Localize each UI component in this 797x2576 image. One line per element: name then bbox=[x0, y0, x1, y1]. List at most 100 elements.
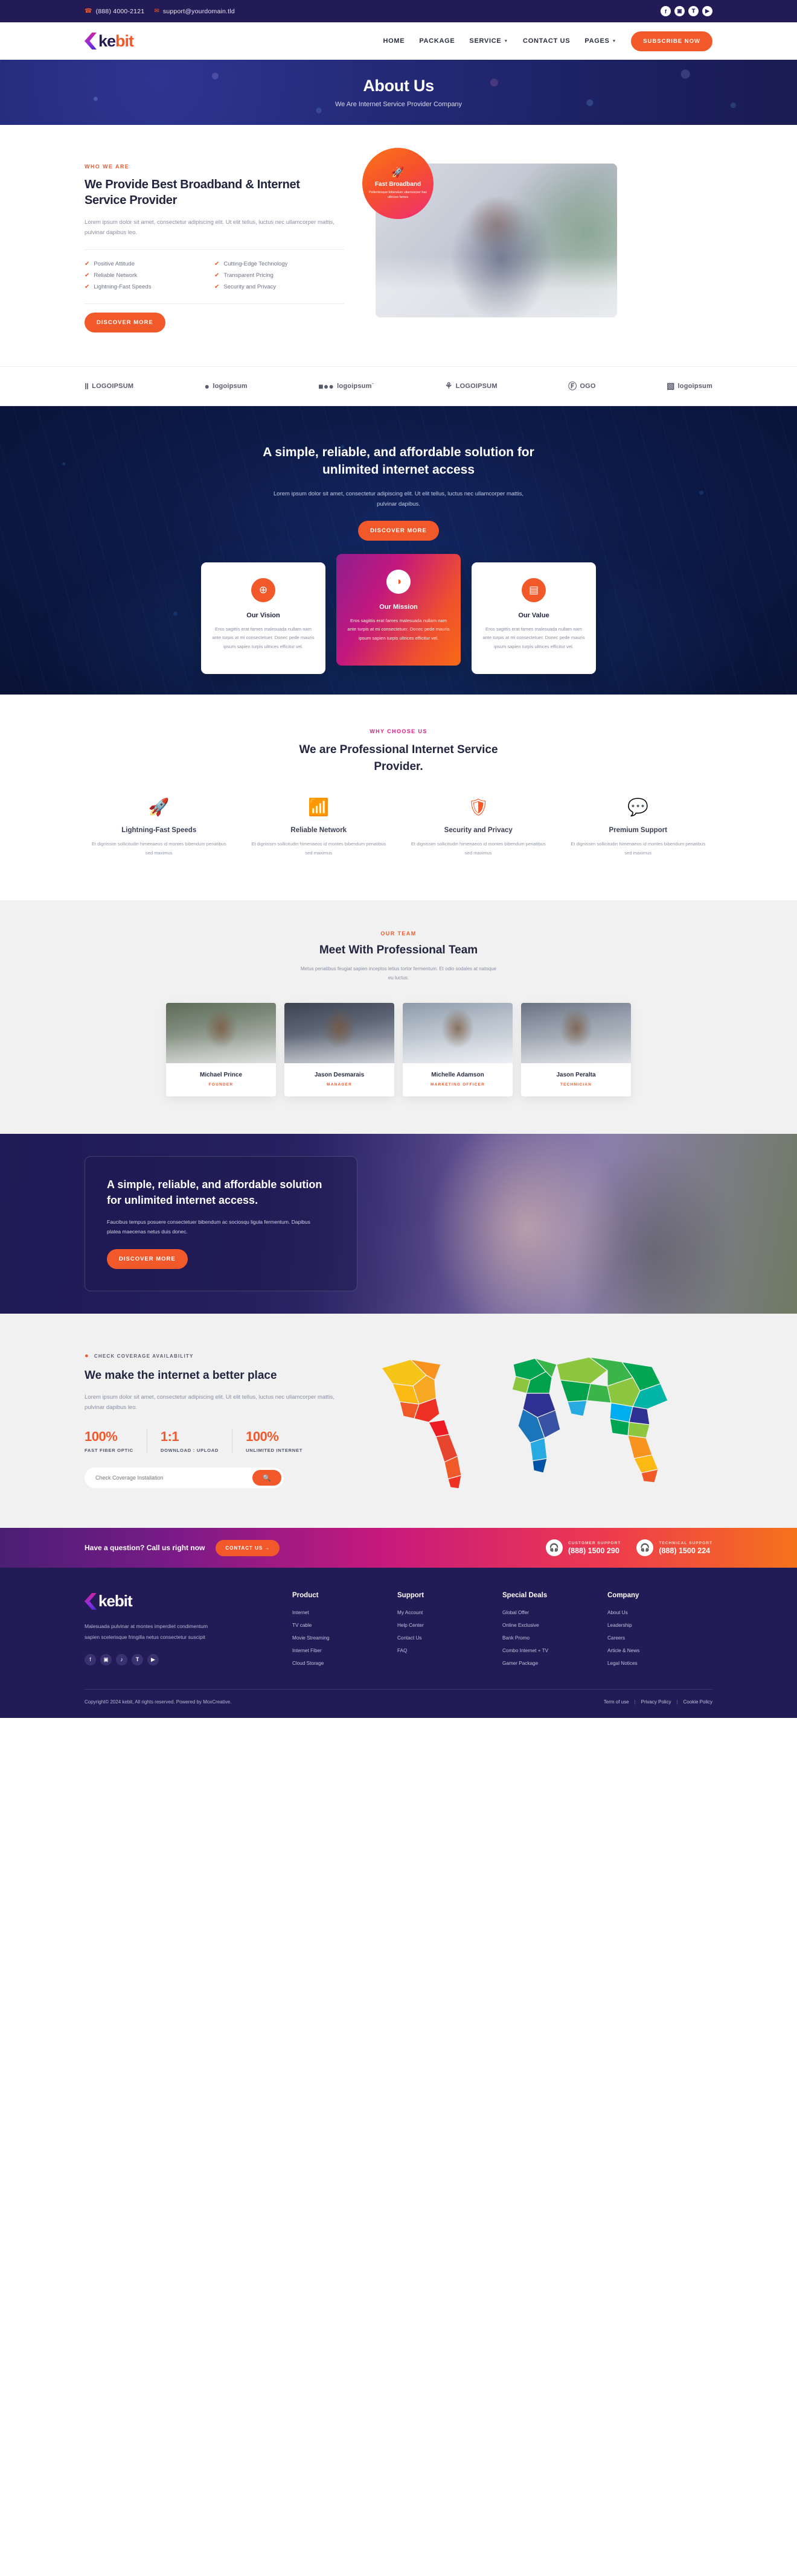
dark-cta-discover-more-button[interactable]: Discover More bbox=[358, 520, 439, 541]
footer-link[interactable]: Internet Fiber bbox=[292, 1648, 371, 1653]
footer-column-product: Product Internet TV cable Movie Streamin… bbox=[292, 1592, 371, 1673]
youtube-icon[interactable]: ▶ bbox=[147, 1653, 159, 1665]
twitter-icon[interactable]: 𝐓 bbox=[132, 1653, 143, 1665]
envelope-icon: ✉ bbox=[154, 7, 159, 14]
contact-strip-left: Have a question? Call us right now Conta… bbox=[85, 1539, 280, 1556]
tiktok-icon[interactable]: ♪ bbox=[116, 1653, 127, 1665]
footer-link[interactable]: Bank Promo bbox=[502, 1635, 581, 1641]
instagram-icon[interactable]: ▣ bbox=[674, 6, 685, 16]
stat-fast-fiber-optic: 100% Fast Fiber Optic bbox=[85, 1429, 147, 1453]
list-item-label: Reliable Network bbox=[94, 272, 138, 279]
footer-link[interactable]: Leadership bbox=[607, 1623, 686, 1628]
footer-link[interactable]: Global Offer bbox=[502, 1610, 581, 1615]
subscribe-now-button[interactable]: Subscribe Now bbox=[631, 31, 712, 51]
term-of-use-link[interactable]: Term of use bbox=[604, 1699, 629, 1705]
phone-icon: ☎ bbox=[85, 7, 92, 14]
team-title: Meet With Professional Team bbox=[319, 943, 478, 956]
footer-column-title: Special Deals bbox=[502, 1592, 548, 1600]
separator: | bbox=[676, 1699, 678, 1705]
footer-link[interactable]: FAQ bbox=[397, 1648, 476, 1653]
promo-discover-more-button[interactable]: Discover More bbox=[107, 1248, 188, 1269]
footer-link[interactable]: Gamer Package bbox=[502, 1661, 581, 1666]
nav-item-contact-us[interactable]: Contact Us bbox=[523, 37, 570, 45]
list-item: ✔ Positive Attitude bbox=[85, 258, 214, 270]
logo-glyph-icon: ● bbox=[204, 381, 210, 391]
coverage-eyebrow-label: CHECK COVERAGE AVAILABILITY bbox=[94, 1353, 194, 1359]
coverage-text-column: ● CHECK COVERAGE AVAILABILITY We make th… bbox=[85, 1352, 344, 1489]
about-discover-more-button[interactable]: Discover More bbox=[85, 312, 165, 332]
footer-link[interactable]: Movie Streaming bbox=[292, 1635, 371, 1641]
divider bbox=[85, 249, 344, 250]
card-our-value: ▤ Our Value Eros sagittis erat fames mal… bbox=[472, 562, 596, 675]
team-member-card[interactable]: Michael Prince Founder bbox=[166, 1003, 276, 1097]
partner-logo-text: logoipsum˙ bbox=[337, 382, 374, 390]
youtube-icon[interactable]: ▶ bbox=[702, 6, 712, 16]
topbar-email[interactable]: ✉ support@yourdomain.tld bbox=[154, 8, 235, 15]
footer-link[interactable]: Internet bbox=[292, 1610, 371, 1615]
footer-column-support: Support My Account Help Center Contact U… bbox=[397, 1592, 476, 1673]
coverage-section: ● CHECK COVERAGE AVAILABILITY We make th… bbox=[0, 1314, 797, 1528]
search-input[interactable] bbox=[87, 1475, 252, 1481]
stat-value: 100% bbox=[246, 1429, 279, 1445]
topbar-phone[interactable]: ☎ (888) 4000-2121 bbox=[85, 8, 144, 15]
footer-link[interactable]: Legal Notices bbox=[607, 1661, 686, 1666]
partner-logo-text: logoipsum bbox=[213, 382, 248, 390]
footer-logo[interactable]: ke bit bbox=[85, 1592, 266, 1611]
card-text: Eros sagittis erat fames malesuada nulla… bbox=[347, 617, 450, 641]
footer-brand: ke bit Malesuada pulvinar at montes imper… bbox=[85, 1592, 266, 1673]
world-map-graphic bbox=[368, 1346, 682, 1494]
footer-link[interactable]: Cloud Storage bbox=[292, 1661, 371, 1666]
footer-link[interactable]: My Account bbox=[397, 1610, 476, 1615]
member-role: Marketing Officer bbox=[430, 1083, 485, 1087]
team-member-card[interactable]: Michelle Adamson Marketing Officer bbox=[403, 1003, 513, 1097]
technical-support-block[interactable]: 🎧 Technical Support (888) 1500 224 bbox=[636, 1539, 712, 1557]
instagram-icon[interactable]: ▣ bbox=[100, 1653, 112, 1665]
nav-item-service[interactable]: Service ▼ bbox=[469, 37, 508, 45]
partner-logo-4: ⚘ LOGOIPSUM bbox=[445, 381, 498, 391]
avatar bbox=[284, 1003, 394, 1064]
team-member-card[interactable]: Jason Peralta Technician bbox=[521, 1003, 631, 1097]
team-eyebrow: OUR TEAM bbox=[380, 930, 417, 937]
devices-icon: ▤ bbox=[522, 577, 546, 602]
footer-link[interactable]: Combo Internet + TV bbox=[502, 1648, 581, 1653]
card-text: Eros sagittis erat fames malesuada nulla… bbox=[212, 626, 315, 649]
member-role: Founder bbox=[208, 1083, 234, 1087]
nav-item-home[interactable]: Home bbox=[383, 37, 405, 45]
feature-grid: 🚀 Lightning-Fast Speeds Et dignissim sol… bbox=[85, 799, 712, 858]
facebook-icon[interactable]: f bbox=[85, 1653, 96, 1665]
footer-link[interactable]: Online Exclusive bbox=[502, 1623, 581, 1628]
search-button[interactable]: 🔍 bbox=[252, 1470, 281, 1486]
chevron-down-icon: ▼ bbox=[612, 39, 617, 43]
footer-link[interactable]: Contact Us bbox=[397, 1635, 476, 1641]
check-icon: ✔ bbox=[214, 283, 220, 290]
footer-link[interactable]: TV cable bbox=[292, 1623, 371, 1628]
feature-text: Et dignissim sollicitudin himenaeos id m… bbox=[251, 841, 386, 856]
site-logo[interactable]: ke bit bbox=[85, 32, 134, 51]
topbar-social-links: f ▣ 𝐓 ▶ bbox=[661, 6, 712, 16]
stat-value: 1:1 bbox=[160, 1429, 179, 1445]
page-header-hero: About Us We Are Internet Service Provide… bbox=[0, 60, 797, 125]
facebook-icon[interactable]: f bbox=[661, 6, 671, 16]
nav-item-package[interactable]: Package bbox=[419, 37, 455, 45]
topbar-email-text: support@yourdomain.tld bbox=[162, 7, 235, 15]
team-member-card[interactable]: Jason Desmarais Manager bbox=[284, 1003, 394, 1097]
member-name: Jason Peralta bbox=[556, 1072, 596, 1079]
customer-support-block[interactable]: 🎧 Customer Support (888) 1500 290 bbox=[545, 1539, 621, 1557]
nav-item-pages[interactable]: Pages ▼ bbox=[584, 37, 616, 45]
logo-glyph-icon: ‖ bbox=[85, 381, 89, 391]
footer-link[interactable]: Help Center bbox=[397, 1623, 476, 1628]
contact-us-button[interactable]: Contact Us → bbox=[216, 1539, 280, 1556]
about-feature-list: ✔ Positive Attitude ✔ Cutting-Edge Technol… bbox=[85, 258, 344, 293]
privacy-policy-link[interactable]: Privacy Policy bbox=[641, 1699, 671, 1705]
support-number: (888) 1500 224 bbox=[659, 1546, 711, 1555]
location-pin-icon: ● bbox=[85, 1352, 89, 1360]
card-title: Our Value bbox=[518, 611, 549, 619]
feature-text: Et dignissim sollicitudin himenaeos id m… bbox=[411, 841, 546, 856]
cookie-policy-link[interactable]: Cookie Policy bbox=[683, 1699, 712, 1705]
footer-link[interactable]: About Us bbox=[607, 1610, 686, 1615]
fast-broadband-badge: 🚀 Fast Broadband Pellentesque bibendum u… bbox=[362, 148, 434, 219]
footer-link[interactable]: Careers bbox=[607, 1635, 686, 1641]
twitter-icon[interactable]: 𝐓 bbox=[688, 6, 699, 16]
footer-link[interactable]: Article & News bbox=[607, 1648, 686, 1653]
dark-cta-section: A simple, reliable, and affordable solut… bbox=[0, 405, 797, 695]
